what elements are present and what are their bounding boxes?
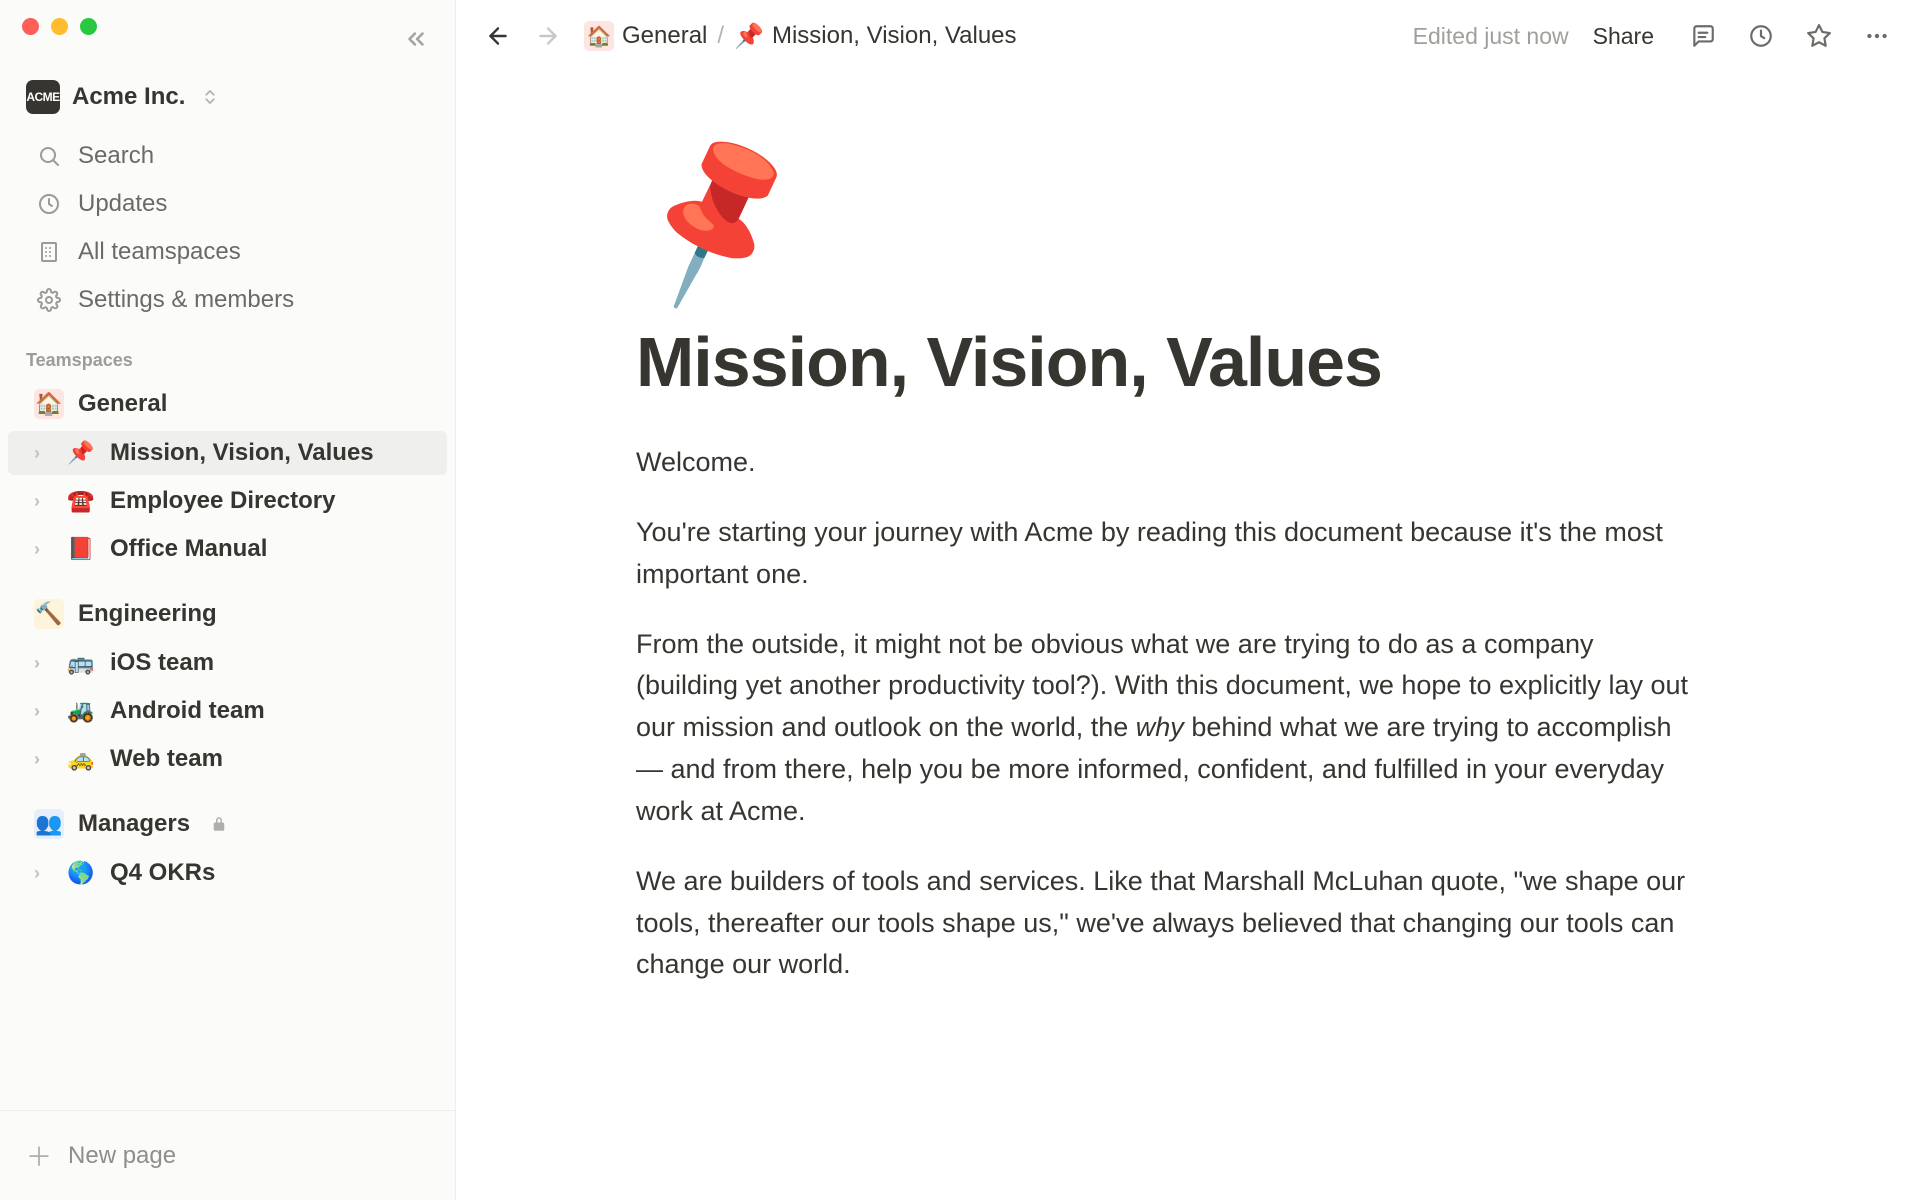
page-label: Employee Directory [110, 487, 335, 515]
topbar: 🏠 General / 📌 Mission, Vision, Values Ed… [456, 0, 1920, 72]
book-icon: 📕 [66, 536, 96, 562]
page-label: Q4 OKRs [110, 859, 215, 887]
page-content[interactable]: 📌 Mission, Vision, Values Welcome. You'r… [456, 72, 1920, 1200]
sidebar-search-label: Search [78, 142, 154, 170]
more-button[interactable] [1856, 15, 1898, 57]
page-employee-directory[interactable]: › ☎️ Employee Directory [8, 479, 447, 523]
building-icon [34, 240, 64, 264]
search-icon [34, 144, 64, 168]
home-icon: 🏠 [34, 389, 64, 419]
sidebar-search[interactable]: Search [8, 134, 447, 178]
page-label: Android team [110, 697, 265, 725]
chevron-right-icon: › [34, 701, 52, 722]
chevron-right-icon: › [34, 653, 52, 674]
main: 🏠 General / 📌 Mission, Vision, Values Ed… [456, 0, 1920, 1200]
globe-icon: 🌎 [66, 860, 96, 886]
page-label: iOS team [110, 649, 214, 677]
nav-back-button[interactable] [478, 16, 518, 56]
page-label: Mission, Vision, Values [110, 439, 374, 467]
teamspace-managers[interactable]: 👥 Managers [8, 801, 447, 847]
lock-icon [210, 815, 228, 833]
breadcrumb-general[interactable]: 🏠 General [584, 21, 707, 51]
workspace-badge: ACME [26, 80, 60, 114]
chevron-right-icon: › [34, 539, 52, 560]
breadcrumb-general-label: General [622, 22, 707, 50]
sidebar-all-teamspaces-label: All teamspaces [78, 238, 241, 266]
collapse-sidebar-button[interactable] [403, 26, 429, 52]
page-q4-okrs[interactable]: › 🌎 Q4 OKRs [8, 851, 447, 895]
teamspace-managers-label: Managers [78, 810, 190, 838]
workspace-name: Acme Inc. [72, 83, 185, 111]
taxi-icon: 🚕 [66, 746, 96, 772]
paragraph[interactable]: You're starting your journey with Acme b… [636, 512, 1696, 596]
breadcrumb-current-page-label: Mission, Vision, Values [772, 22, 1017, 50]
teamspace-general[interactable]: 🏠 General [8, 381, 447, 427]
sidebar-all-teamspaces[interactable]: All teamspaces [8, 230, 447, 274]
clock-icon [34, 192, 64, 216]
chevron-right-icon: › [34, 443, 52, 464]
tractor-icon: 🚜 [66, 698, 96, 724]
sidebar-settings[interactable]: Settings & members [8, 278, 447, 322]
window-traffic-lights [22, 18, 97, 35]
comments-button[interactable] [1682, 15, 1724, 57]
new-page-label: New page [68, 1142, 176, 1170]
workspace-switcher[interactable]: ACME Acme Inc. [0, 70, 455, 132]
page-label: Web team [110, 745, 223, 773]
pushpin-icon: 📌 [66, 440, 96, 466]
page-ios-team[interactable]: › 🚌 iOS team [8, 641, 447, 685]
chevron-right-icon: › [34, 491, 52, 512]
sidebar: ACME Acme Inc. Search Updates All teamsp… [0, 0, 456, 1200]
page-web-team[interactable]: › 🚕 Web team [8, 737, 447, 781]
breadcrumb-separator: / [717, 22, 724, 50]
share-button[interactable]: Share [1593, 23, 1654, 50]
teamspace-engineering[interactable]: 🔨 Engineering [8, 591, 447, 637]
paragraph[interactable]: We are builders of tools and services. L… [636, 861, 1696, 987]
chevron-right-icon: › [34, 863, 52, 884]
window-close-button[interactable] [22, 18, 39, 35]
chevron-updown-icon [201, 88, 219, 106]
teamspace-general-label: General [78, 390, 167, 418]
chevron-right-icon: › [34, 749, 52, 770]
telephone-icon: ☎️ [66, 488, 96, 514]
favorite-button[interactable] [1798, 15, 1840, 57]
page-office-manual[interactable]: › 📕 Office Manual [8, 527, 447, 571]
paragraph[interactable]: From the outside, it might not be obviou… [636, 624, 1696, 833]
breadcrumb-current-page[interactable]: 📌 Mission, Vision, Values [734, 22, 1016, 51]
page-android-team[interactable]: › 🚜 Android team [8, 689, 447, 733]
teamspaces-section-label: Teamspaces [0, 324, 455, 379]
breadcrumb: 🏠 General / 📌 Mission, Vision, Values [584, 21, 1017, 51]
teamspace-engineering-label: Engineering [78, 600, 217, 628]
page-hero-icon[interactable]: 📌 [619, 128, 816, 306]
sidebar-updates[interactable]: Updates [8, 182, 447, 226]
people-icon: 👥 [34, 809, 64, 839]
nav-forward-button[interactable] [528, 16, 568, 56]
window-minimize-button[interactable] [51, 18, 68, 35]
text-em: why [1136, 712, 1184, 742]
hammer-icon: 🔨 [34, 599, 64, 629]
paragraph[interactable]: Welcome. [636, 442, 1696, 484]
home-icon: 🏠 [584, 21, 614, 51]
new-page-button[interactable]: ＋ New page [0, 1123, 455, 1188]
page-title[interactable]: Mission, Vision, Values [636, 322, 1920, 402]
sidebar-settings-label: Settings & members [78, 286, 294, 314]
plus-icon: ＋ [26, 1137, 52, 1174]
updates-button[interactable] [1740, 15, 1782, 57]
bus-icon: 🚌 [66, 650, 96, 676]
gear-icon [34, 288, 64, 312]
pushpin-icon: 📌 [734, 22, 764, 51]
edited-status: Edited just now [1413, 23, 1569, 50]
page-label: Office Manual [110, 535, 267, 563]
window-maximize-button[interactable] [80, 18, 97, 35]
sidebar-updates-label: Updates [78, 190, 167, 218]
page-mission-vision-values[interactable]: › 📌 Mission, Vision, Values [8, 431, 447, 475]
